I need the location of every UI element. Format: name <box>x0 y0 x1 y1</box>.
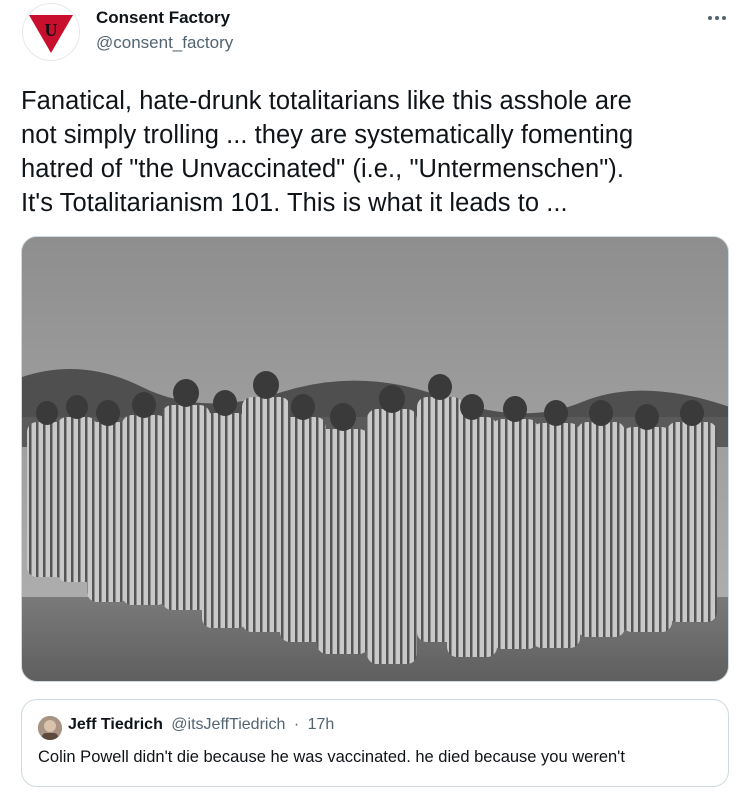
tweet-text-line: not simply trolling ... they are systema… <box>21 121 634 149</box>
tweet-text-line: It's Totalitarianism 101. This is what i… <box>21 189 568 217</box>
quoted-author-avatar[interactable] <box>38 716 62 740</box>
tweet-photo[interactable] <box>21 236 729 682</box>
svg-text:U: U <box>45 20 58 40</box>
author-handle[interactable]: @consent_factory <box>96 33 233 53</box>
more-options-icon[interactable] <box>703 6 731 30</box>
author-name[interactable]: Consent Factory <box>96 8 230 28</box>
quoted-tweet-header: Jeff Tiedrich @itsJeffTiedrich · 17h <box>68 716 334 734</box>
quoted-timestamp[interactable]: 17h <box>308 716 335 733</box>
tweet: U Consent Factory @consent_factory Fanat… <box>0 0 748 802</box>
quoted-tweet[interactable]: Jeff Tiedrich @itsJeffTiedrich · 17h Col… <box>21 699 729 787</box>
tweet-text-line: Fanatical, hate-drunk totalitarians like… <box>21 87 632 115</box>
author-avatar[interactable]: U <box>22 3 80 61</box>
quoted-separator: · <box>293 716 300 733</box>
tweet-text-line: hatred of "the Unvaccinated" (i.e., "Unt… <box>21 155 624 183</box>
photo-image <box>22 237 728 681</box>
quoted-tweet-text: Colin Powell didn't die because he was v… <box>38 748 625 766</box>
tweet-text: Fanatical, hate-drunk totalitarians like… <box>21 84 731 220</box>
quoted-author-name[interactable]: Jeff Tiedrich <box>68 716 163 733</box>
logo-icon: U <box>29 15 73 53</box>
quoted-author-handle[interactable]: @itsJeffTiedrich <box>171 716 285 733</box>
